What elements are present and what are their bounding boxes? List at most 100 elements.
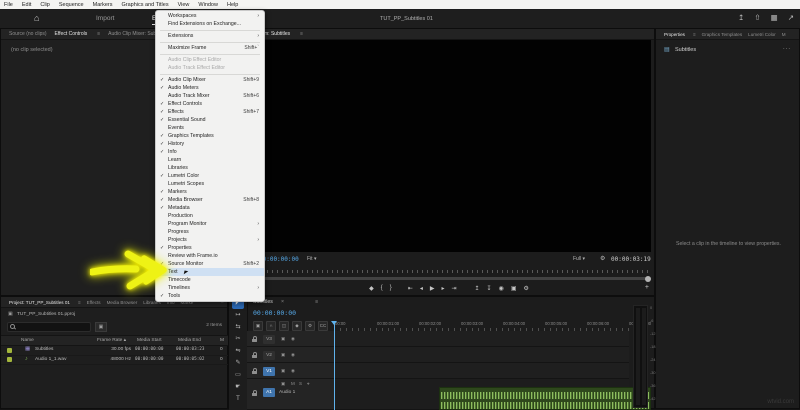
new-bin-button[interactable]: ▣: [95, 322, 107, 332]
mute-button[interactable]: M: [291, 381, 295, 386]
captions-icon[interactable]: CC: [318, 321, 328, 331]
sync-lock-icon[interactable]: ▣: [281, 336, 285, 342]
menu-item-production[interactable]: Production: [156, 212, 264, 220]
menu-item-metadata[interactable]: ✓Metadata: [156, 204, 264, 212]
menu-item-workspaces[interactable]: Workspaces›: [156, 12, 264, 20]
panel-menu-icon[interactable]: ≡: [78, 300, 81, 305]
track-output-eye-icon[interactable]: ◉: [291, 336, 295, 342]
sync-lock-icon[interactable]: ▣: [281, 368, 285, 374]
column-header-name[interactable]: Name: [21, 338, 34, 343]
menu-item-effects[interactable]: ✓EffectsShift+7: [156, 108, 264, 116]
snap-icon[interactable]: ∩: [266, 321, 276, 331]
playhead-line[interactable]: [334, 323, 335, 410]
settings-button[interactable]: ⚙: [523, 285, 528, 292]
home-icon[interactable]: ⌂: [34, 13, 39, 23]
close-icon[interactable]: ×: [281, 299, 284, 305]
track-select-tool[interactable]: ↦: [232, 310, 244, 321]
go-to-in-button[interactable]: ⇤: [408, 285, 413, 292]
linked-selection-icon[interactable]: ◫: [279, 321, 289, 331]
timeline-settings-icon[interactable]: ⚙: [305, 321, 315, 331]
column-header-media-end[interactable]: Media End: [178, 338, 201, 343]
track-badge-v3[interactable]: V3: [263, 335, 275, 344]
search-input[interactable]: [7, 322, 91, 332]
monitor-settings-icon[interactable]: ⚙: [600, 255, 605, 262]
tab-effects[interactable]: Effects: [87, 300, 101, 305]
panel-menu-icon[interactable]: ≡: [97, 31, 100, 37]
quick-export-icon[interactable]: ↥: [738, 13, 744, 22]
timeline-timecode[interactable]: 00:00:00:00: [253, 309, 296, 317]
menu-item-tools[interactable]: ✓Tools: [156, 292, 264, 300]
type-tool[interactable]: T: [232, 394, 244, 405]
extract-button[interactable]: ↧: [487, 285, 492, 292]
track-output-eye-icon[interactable]: ◉: [291, 352, 295, 358]
video-track-v2[interactable]: [334, 347, 629, 363]
properties-item-subtitles[interactable]: Subtitles: [675, 47, 696, 53]
menu-item-audio-track-mixer[interactable]: Audio Track MixerShift+6: [156, 92, 264, 100]
lock-icon[interactable]: [252, 336, 257, 342]
panel-menu-icon[interactable]: ≡: [315, 299, 318, 305]
menu-item-effect-controls[interactable]: ✓Effect Controls: [156, 100, 264, 108]
timeline-ruler[interactable]: 00:0000:00:01:0000:00:02:0000:00:03:0000…: [334, 321, 630, 331]
column-header-frame-rate[interactable]: Frame Rate ▴: [97, 338, 126, 343]
menu-bar-item-window[interactable]: Window: [198, 2, 218, 8]
razor-tool[interactable]: ✂: [232, 334, 244, 345]
mark-out-button[interactable]: }: [390, 285, 392, 291]
menu-item-projects[interactable]: Projects›: [156, 236, 264, 244]
export-frame-button[interactable]: ◉: [499, 285, 504, 292]
nest-toggle-icon[interactable]: ▣: [253, 321, 263, 331]
slip-tool[interactable]: ⇋: [232, 346, 244, 357]
monitor-scrollbar[interactable]: [247, 277, 651, 280]
tab-source-no-clips[interactable]: Source (no clips): [9, 31, 47, 37]
zoom-level-dropdown[interactable]: Fit ▾: [307, 256, 316, 262]
tab-lumetri-color[interactable]: Lumetri Color: [748, 32, 776, 37]
menu-item-audio-meters[interactable]: ✓Audio Meters: [156, 84, 264, 92]
menu-item-info[interactable]: ✓Info: [156, 148, 264, 156]
table-row[interactable]: ♪Audio 1_1.wav48000 Hz00:00:00:0000:00:0…: [1, 355, 229, 366]
panel-menu-icon[interactable]: ≡: [300, 31, 303, 37]
column-header-m[interactable]: M: [220, 338, 224, 343]
panel-menu-icon[interactable]: ≡: [693, 32, 696, 37]
go-to-out-button[interactable]: ⇥: [451, 285, 456, 292]
monitor-mini-ruler[interactable]: [247, 268, 651, 273]
tab-graphics-templates[interactable]: Graphics Templates: [702, 32, 743, 37]
menu-item-maximize-frame[interactable]: Maximize FrameShift+`: [156, 44, 264, 52]
tab-m[interactable]: M: [782, 32, 786, 37]
menu-item-media-browser[interactable]: ✓Media BrowserShift+8: [156, 196, 264, 204]
menu-item-find-extensions-on-exchange[interactable]: Find Extensions on Exchange...: [156, 20, 264, 28]
tab-effect-controls[interactable]: Effect Controls: [55, 31, 88, 37]
menu-item-audio-clip-mixer[interactable]: ✓Audio Clip MixerShift+9: [156, 76, 264, 84]
workspaces-icon[interactable]: ▦: [771, 13, 778, 22]
playback-resolution-dropdown[interactable]: Full ▾: [573, 256, 585, 262]
menu-item-markers[interactable]: ✓Markers: [156, 188, 264, 196]
menu-bar-item-file[interactable]: File: [4, 2, 13, 8]
menu-item-lumetri-scopes[interactable]: Lumetri Scopes: [156, 180, 264, 188]
tab-project-tut-pp-subtitles-01[interactable]: Project: TUT_PP_Subtitles 01: [9, 300, 70, 305]
add-marker-button[interactable]: ◆: [369, 285, 374, 292]
fullscreen-icon[interactable]: ↗: [788, 13, 794, 22]
monitor-scrollbar-knob[interactable]: [645, 276, 651, 282]
menu-bar-item-markers[interactable]: Markers: [93, 2, 113, 8]
sync-lock-icon[interactable]: ▣: [281, 381, 285, 387]
lock-icon[interactable]: [252, 390, 257, 396]
audio-clip[interactable]: [439, 387, 651, 410]
video-track-v3[interactable]: [334, 331, 629, 347]
menu-item-extensions[interactable]: Extensions›: [156, 32, 264, 40]
sync-lock-icon[interactable]: ▣: [281, 352, 285, 358]
hand-tool[interactable]: ☛: [232, 382, 244, 393]
breadcrumb[interactable]: TUT_PP_Subtitles 01.pproj: [17, 312, 75, 317]
lift-button[interactable]: ↥: [475, 285, 480, 292]
comparison-view-button[interactable]: ▣: [511, 285, 517, 292]
pen-tool[interactable]: ✎: [232, 358, 244, 369]
step-forward-button[interactable]: ▸: [441, 285, 444, 292]
share-icon[interactable]: ⇧: [754, 13, 760, 22]
menu-item-events[interactable]: Events: [156, 124, 264, 132]
column-header-media-start[interactable]: Media Start: [137, 338, 162, 343]
track-output-eye-icon[interactable]: ◉: [291, 368, 295, 374]
add-marker-icon[interactable]: ◆: [292, 321, 302, 331]
tab-media-browser[interactable]: Media Browser: [107, 300, 138, 305]
rectangle-tool[interactable]: ▭: [232, 370, 244, 381]
menu-item-program-monitor[interactable]: Program Monitor›: [156, 220, 264, 228]
menu-item-lumetri-color[interactable]: ✓Lumetri Color: [156, 172, 264, 180]
play-button[interactable]: ▶: [430, 285, 435, 292]
menu-item-history[interactable]: ✓History: [156, 140, 264, 148]
